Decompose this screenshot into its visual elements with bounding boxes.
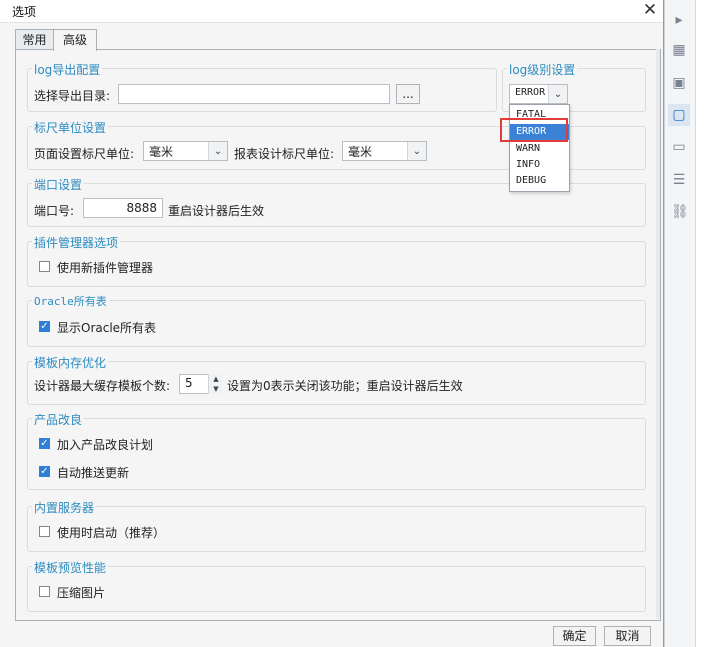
chevron-down-icon: ⌄ xyxy=(548,85,567,103)
cache-stepper[interactable]: 5 ▲ ▼ xyxy=(179,374,223,394)
right-properties-panel xyxy=(695,0,712,647)
dialog-title: 选项 xyxy=(12,5,37,19)
improve-plan-checkbox[interactable]: ✓ xyxy=(39,438,50,449)
auto-update-label: 自动推送更新 xyxy=(57,466,130,480)
oracle-checkbox[interactable]: ✓ xyxy=(39,321,50,332)
log-level-option-warn[interactable]: WARN xyxy=(510,141,569,157)
report-ruler-value: 毫米 xyxy=(348,145,373,159)
port-label: 端口号: xyxy=(34,204,75,218)
page-ruler-value: 毫米 xyxy=(149,145,174,159)
ruler-unit-title: 标尺单位设置 xyxy=(32,119,109,136)
preview-checkbox[interactable] xyxy=(39,586,50,597)
log-level-select[interactable]: ERROR ⌄ xyxy=(509,84,568,104)
server-checkbox[interactable] xyxy=(39,526,50,537)
log-export-title: log导出配置 xyxy=(32,61,103,78)
oracle-checkbox-label: 显示Oracle所有表 xyxy=(57,321,157,335)
chevron-down-icon: ⌄ xyxy=(208,142,227,160)
page-ruler-label: 页面设置标尺单位: xyxy=(34,147,135,161)
cache-value: 5 xyxy=(185,376,193,390)
log-level-value: ERROR xyxy=(515,87,546,98)
ok-button[interactable]: 确定 xyxy=(553,626,596,646)
play-icon[interactable]: ▸ xyxy=(671,12,687,28)
tab-general[interactable]: 常用 xyxy=(15,29,54,50)
plugin-title: 插件管理器选项 xyxy=(32,234,121,251)
widget-icon[interactable]: ▦ xyxy=(671,42,687,58)
browse-button[interactable]: ... xyxy=(396,84,420,104)
oracle-title: Oracle所有表 xyxy=(32,293,109,309)
preview-group xyxy=(27,566,646,612)
panel-icon[interactable]: ▭ xyxy=(671,139,687,155)
cancel-button[interactable]: 取消 xyxy=(604,626,651,646)
server-checkbox-label: 使用时启动（推荐） xyxy=(57,526,166,540)
scrollbar[interactable] xyxy=(656,49,660,619)
close-icon[interactable]: ✕ xyxy=(640,0,660,20)
report-ruler-label: 报表设计标尺单位: xyxy=(234,147,335,161)
server-title: 内置服务器 xyxy=(32,499,97,516)
log-level-option-debug[interactable]: DEBUG xyxy=(510,173,569,189)
stepper-arrows-icon[interactable]: ▲ ▼ xyxy=(208,374,223,394)
layers-icon[interactable]: ☰ xyxy=(671,172,687,188)
plugin-checkbox-label: 使用新插件管理器 xyxy=(57,261,154,275)
preview-checkbox-label: 压缩图片 xyxy=(57,586,106,600)
page-ruler-select[interactable]: 毫米 ⌄ xyxy=(143,141,228,161)
options-dialog: 选项 ✕ 常用 高级 log导出配置 选择导出目录: ... log级别设置 E… xyxy=(0,0,664,647)
right-toolbar xyxy=(664,0,695,647)
port-input[interactable]: 8888 xyxy=(83,198,163,218)
cache-label: 设计器最大缓存模板个数: xyxy=(34,379,171,393)
plugin-checkbox[interactable] xyxy=(39,261,50,272)
link-icon[interactable]: ⛓ xyxy=(671,204,689,220)
auto-update-checkbox[interactable]: ✓ xyxy=(39,466,50,477)
improve-plan-label: 加入产品改良计划 xyxy=(57,438,154,452)
log-level-option-info[interactable]: INFO xyxy=(510,157,569,173)
error-option-highlight-box xyxy=(500,118,568,142)
export-dir-input[interactable] xyxy=(118,84,390,104)
cache-note: 设置为0表示关闭该功能；重启设计器后生效 xyxy=(227,379,463,393)
port-note: 重启设计器后生效 xyxy=(168,204,265,218)
frame-icon[interactable]: ▢ xyxy=(668,104,690,126)
dialog-titlebar: 选项 ✕ xyxy=(0,0,663,23)
cache-title: 模板内存优化 xyxy=(32,354,109,371)
chevron-down-icon: ⌄ xyxy=(407,142,426,160)
export-dir-label: 选择导出目录: xyxy=(34,89,111,103)
preview-title: 模板预览性能 xyxy=(32,559,109,576)
tab-advanced[interactable]: 高级 xyxy=(53,29,97,51)
improve-title: 产品改良 xyxy=(32,411,85,428)
port-title: 端口设置 xyxy=(32,176,85,193)
log-level-title: log级别设置 xyxy=(507,61,578,78)
report-ruler-select[interactable]: 毫米 ⌄ xyxy=(342,141,427,161)
image-icon[interactable]: ▣ xyxy=(671,75,687,91)
